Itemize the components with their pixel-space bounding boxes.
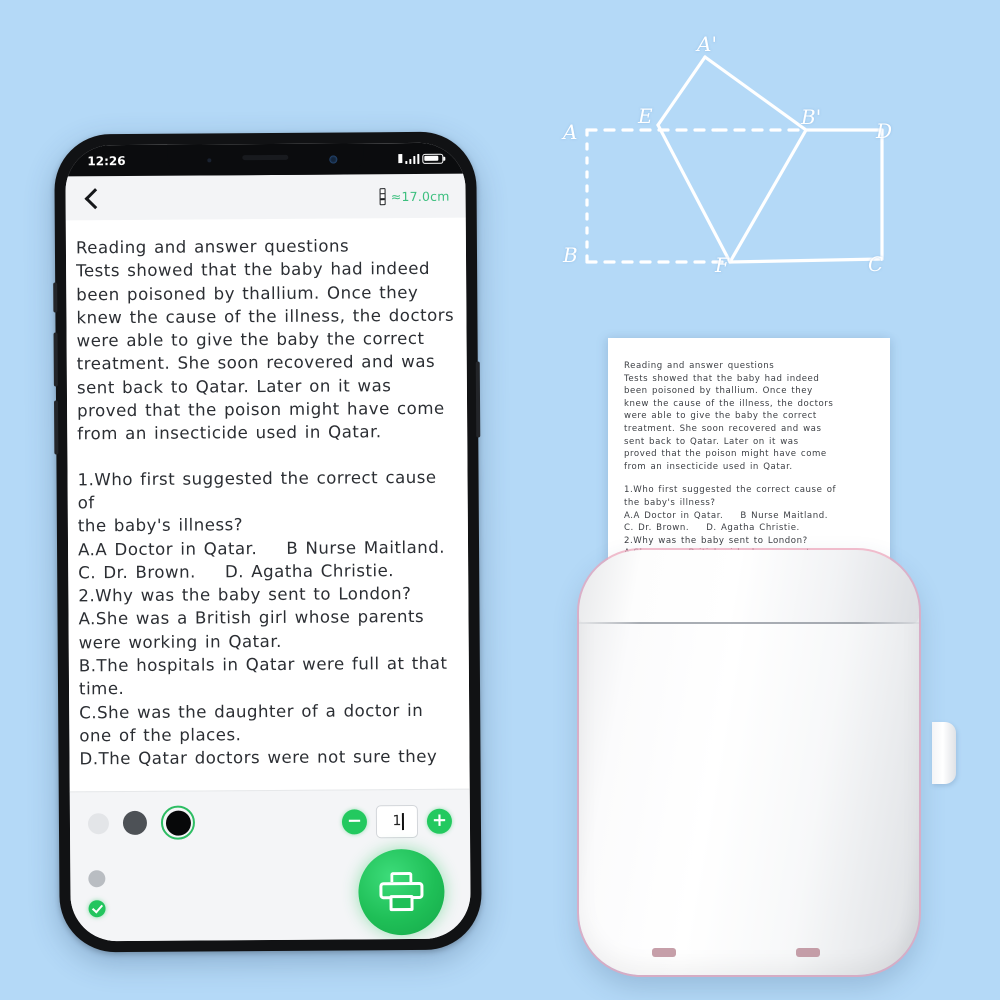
diagram-label-A-prime: A': [697, 32, 717, 56]
density-selector: [87, 805, 196, 841]
printer-lid-seam: [579, 622, 919, 624]
phone-screen: 12:26 ≈17.0cm Reading and answer questio…: [65, 142, 471, 942]
thermal-printer: Reading and answer questions Tests showe…: [560, 330, 960, 990]
option-toggles: [88, 870, 106, 918]
proximity-sensor-icon: [207, 158, 212, 163]
paper-length-indicator: ≈17.0cm: [379, 187, 450, 205]
printed-paragraph-spacer: [624, 473, 874, 484]
printed-paragraph: Reading and answer questions Tests showe…: [624, 361, 834, 472]
back-icon[interactable]: [84, 187, 106, 209]
quantity-value: 1: [392, 813, 402, 830]
app-nav-bar: ≈17.0cm: [65, 173, 466, 221]
quantity-increase-button[interactable]: +: [426, 808, 453, 834]
option-toggle-off[interactable]: [88, 870, 106, 888]
printer-top-lid: [579, 550, 919, 624]
density-option-light[interactable]: [87, 812, 110, 834]
battery-icon: [422, 153, 444, 164]
smartphone: 12:26 ≈17.0cm Reading and answer questio…: [53, 131, 482, 953]
quantity-stepper: − 1 +: [341, 804, 453, 838]
paper-length-label: ≈17.0cm: [390, 188, 450, 204]
density-option-dark-selected[interactable]: [160, 805, 196, 840]
diagram-label-B: B: [563, 243, 578, 267]
print-button[interactable]: [358, 848, 445, 935]
printer-foot-left: [652, 948, 676, 957]
document-preview[interactable]: Reading and answer questions Tests showe…: [65, 217, 470, 792]
printer-icon: [379, 871, 424, 911]
phone-power-button[interactable]: [475, 361, 481, 438]
diagram-label-A: A: [563, 120, 578, 144]
diagram-label-E: E: [638, 104, 653, 128]
geometry-svg: [585, 55, 884, 264]
ruler-icon: [379, 187, 386, 205]
option-toggle-on[interactable]: [88, 900, 106, 918]
density-and-quantity-row: − 1 +: [70, 790, 470, 855]
printer-side-button[interactable]: [932, 722, 956, 784]
printer-foot-right: [796, 948, 820, 957]
print-controls-bar: − 1 +: [69, 788, 471, 942]
toggles-and-print-row: [70, 848, 471, 942]
quantity-input[interactable]: 1: [375, 804, 419, 838]
phone-mute-switch[interactable]: [53, 282, 58, 313]
density-option-medium[interactable]: [122, 810, 148, 836]
diagram-label-C: C: [868, 252, 884, 276]
geometry-diagram: A' E B' A D B F C: [545, 20, 995, 290]
signal-bars-icon: [404, 153, 420, 164]
status-bar-icons: [397, 153, 444, 164]
status-bar-time: 12:26: [87, 153, 126, 168]
front-camera-icon: [329, 155, 338, 164]
signal-square-icon: [397, 154, 402, 164]
diagram-label-D: D: [876, 119, 893, 143]
phone-volume-up-button[interactable]: [53, 332, 58, 387]
check-icon: [91, 901, 103, 914]
quantity-decrease-button[interactable]: −: [341, 808, 368, 834]
text-caret: [401, 812, 404, 830]
phone-notch: [167, 143, 364, 176]
diagram-label-B-prime: B': [801, 105, 822, 129]
phone-volume-down-button[interactable]: [54, 400, 59, 455]
density-dark-core: [165, 810, 191, 836]
document-paragraph: Reading and answer questions Tests showe…: [75, 236, 455, 444]
document-questions: 1.Who first suggested the correct cause …: [77, 467, 448, 769]
diagram-label-F: F: [715, 253, 729, 277]
earpiece-speaker: [242, 154, 289, 161]
